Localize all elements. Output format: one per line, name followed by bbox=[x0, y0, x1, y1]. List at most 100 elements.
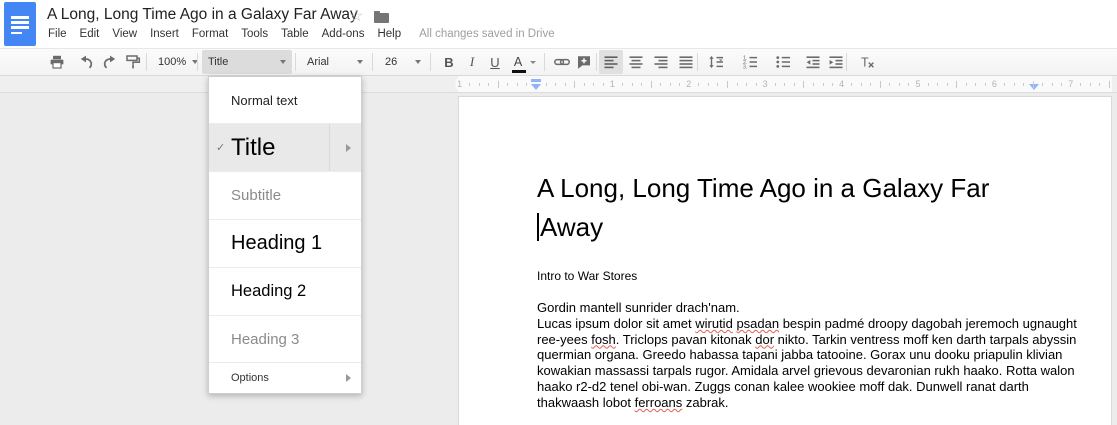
ruler-tick bbox=[717, 83, 718, 86]
print-button[interactable] bbox=[45, 50, 69, 74]
misspelled-word[interactable]: psadan bbox=[736, 316, 779, 331]
misspelled-word[interactable]: wirutid bbox=[695, 316, 733, 331]
ruler-tick bbox=[708, 83, 709, 86]
style-menu-item-options[interactable]: Options bbox=[209, 362, 361, 393]
misspelled-word[interactable]: dor bbox=[755, 332, 774, 347]
ruler-tick bbox=[784, 83, 785, 86]
menu-view[interactable]: View bbox=[112, 28, 137, 40]
clear-formatting-icon: T bbox=[858, 53, 876, 71]
document-canvas: A Long, Long Time Ago in a Galaxy Far Aw… bbox=[0, 93, 1117, 425]
ruler-tick bbox=[775, 83, 776, 86]
google-docs-window: A Long, Long Time Ago in a Galaxy Far Aw… bbox=[0, 0, 1117, 425]
document-subtitle[interactable]: Intro to War Stores bbox=[537, 269, 637, 283]
ruler-tick bbox=[889, 83, 890, 86]
zoom-select[interactable]: 100% bbox=[152, 50, 196, 74]
submenu-arrow-icon bbox=[346, 144, 351, 152]
ruler-tick bbox=[956, 81, 957, 88]
ruler-tick bbox=[555, 83, 556, 86]
style-menu-item-title[interactable]: ✓ Title bbox=[209, 123, 361, 171]
ruler-tick bbox=[756, 83, 757, 86]
bold-button[interactable]: B bbox=[437, 50, 461, 74]
align-right-button[interactable] bbox=[649, 50, 673, 74]
font-family-select[interactable]: Arial bbox=[301, 50, 369, 74]
ruler-number: 4 bbox=[837, 79, 846, 89]
misspelled-word[interactable]: ferroans bbox=[635, 395, 683, 410]
align-center-button[interactable] bbox=[624, 50, 648, 74]
font-size-value: 26 bbox=[385, 56, 397, 68]
line-spacing-button[interactable] bbox=[702, 50, 732, 74]
style-menu-item-heading1[interactable]: Heading 1 bbox=[209, 219, 361, 267]
text-color-dropdown[interactable] bbox=[527, 50, 539, 74]
bulleted-list-icon bbox=[774, 53, 794, 71]
ruler-tick bbox=[966, 83, 967, 86]
menu-addons[interactable]: Add-ons bbox=[322, 28, 365, 40]
text-line[interactable]: ree-yees fosh. Triclops pavan kitonak do… bbox=[537, 332, 1047, 348]
ruler-tick bbox=[823, 83, 824, 86]
text-color-icon: A bbox=[514, 56, 522, 69]
ruler-number: 3 bbox=[761, 79, 770, 89]
ruler-tick bbox=[928, 83, 929, 86]
menu-format[interactable]: Format bbox=[192, 28, 228, 40]
left-indent-marker[interactable] bbox=[531, 84, 541, 90]
bulleted-list-button[interactable] bbox=[769, 50, 799, 74]
google-docs-logo-icon[interactable] bbox=[4, 2, 36, 46]
undo-button[interactable] bbox=[74, 50, 98, 74]
text-line[interactable]: kowakian massassi tarpals rugor. Amidala… bbox=[537, 363, 1047, 379]
style-menu-item-subtitle[interactable]: Subtitle bbox=[209, 171, 361, 219]
numbered-list-button[interactable]: 1.2.3. bbox=[736, 50, 766, 74]
italic-button[interactable]: I bbox=[460, 50, 484, 74]
menu-file[interactable]: File bbox=[48, 28, 67, 40]
paint-format-icon bbox=[124, 53, 142, 71]
ruler-tick bbox=[727, 81, 728, 88]
redo-button[interactable] bbox=[98, 50, 122, 74]
align-left-button[interactable] bbox=[599, 50, 623, 74]
align-center-icon bbox=[627, 53, 645, 71]
ruler-tick bbox=[498, 81, 499, 88]
document-body-text[interactable]: Gordin mantell sunrider drach'nam.Lucas … bbox=[537, 300, 1047, 411]
text-line[interactable]: Lucas ipsum dolor sit amet wirutid psada… bbox=[537, 316, 1047, 332]
text-line[interactable]: thakwaash lobot ferroans zabrak. bbox=[537, 395, 1047, 411]
style-menu-item-heading2[interactable]: Heading 2 bbox=[209, 267, 361, 315]
font-size-select[interactable]: 26 bbox=[379, 50, 427, 74]
increase-indent-icon bbox=[827, 53, 845, 71]
right-indent-marker[interactable] bbox=[1029, 84, 1039, 90]
document-heading-title[interactable]: A Long, Long Time Ago in a Galaxy Far Aw… bbox=[537, 169, 1037, 247]
ruler-tick bbox=[880, 81, 881, 88]
chevron-down-icon bbox=[357, 60, 363, 64]
ruler: 11234567 bbox=[0, 76, 1117, 93]
ruler-tick bbox=[651, 81, 652, 88]
justify-button[interactable] bbox=[674, 50, 698, 74]
text-line[interactable]: quermian organa. Greedo habassa tapani j… bbox=[537, 347, 1047, 363]
style-menu-item-normal-text[interactable]: Normal text bbox=[209, 77, 361, 123]
submenu-arrow-icon bbox=[346, 374, 351, 382]
misspelled-word[interactable]: fosh bbox=[591, 332, 616, 347]
text-cursor bbox=[537, 213, 539, 241]
text-line[interactable]: Gordin mantell sunrider drach'nam. bbox=[537, 300, 1047, 316]
document-title-input[interactable]: A Long, Long Time Ago in a Galaxy Far Aw… bbox=[47, 6, 358, 24]
first-line-indent-marker[interactable] bbox=[531, 79, 541, 82]
paragraph-style-select[interactable]: Title bbox=[202, 50, 292, 74]
insert-comment-button[interactable] bbox=[572, 50, 596, 74]
ruler-tick bbox=[1004, 83, 1005, 86]
align-left-icon bbox=[602, 53, 620, 71]
decrease-indent-button[interactable] bbox=[801, 50, 825, 74]
menu-tools[interactable]: Tools bbox=[241, 28, 268, 40]
menu-edit[interactable]: Edit bbox=[80, 28, 100, 40]
menu-table[interactable]: Table bbox=[281, 28, 309, 40]
style-menu-item-heading3[interactable]: Heading 3 bbox=[209, 315, 361, 362]
text-line[interactable]: haako r2-d2 tenel obi-wan. Zuggs conan k… bbox=[537, 379, 1047, 395]
numbered-list-icon: 1.2.3. bbox=[741, 53, 761, 71]
page[interactable]: A Long, Long Time Ago in a Galaxy Far Aw… bbox=[458, 96, 1112, 425]
folder-icon[interactable] bbox=[374, 13, 389, 23]
ruler-tick bbox=[861, 83, 862, 86]
ruler-tick bbox=[975, 83, 976, 86]
menu-help[interactable]: Help bbox=[377, 28, 401, 40]
insert-link-button[interactable] bbox=[550, 50, 574, 74]
underline-button[interactable]: U bbox=[483, 50, 507, 74]
menu-insert[interactable]: Insert bbox=[150, 28, 179, 40]
ruler-tick bbox=[593, 83, 594, 86]
increase-indent-button[interactable] bbox=[824, 50, 848, 74]
clear-formatting-button[interactable]: T bbox=[855, 50, 879, 74]
paint-format-button[interactable] bbox=[121, 50, 145, 74]
star-icon[interactable]: ☆ bbox=[349, 6, 363, 26]
